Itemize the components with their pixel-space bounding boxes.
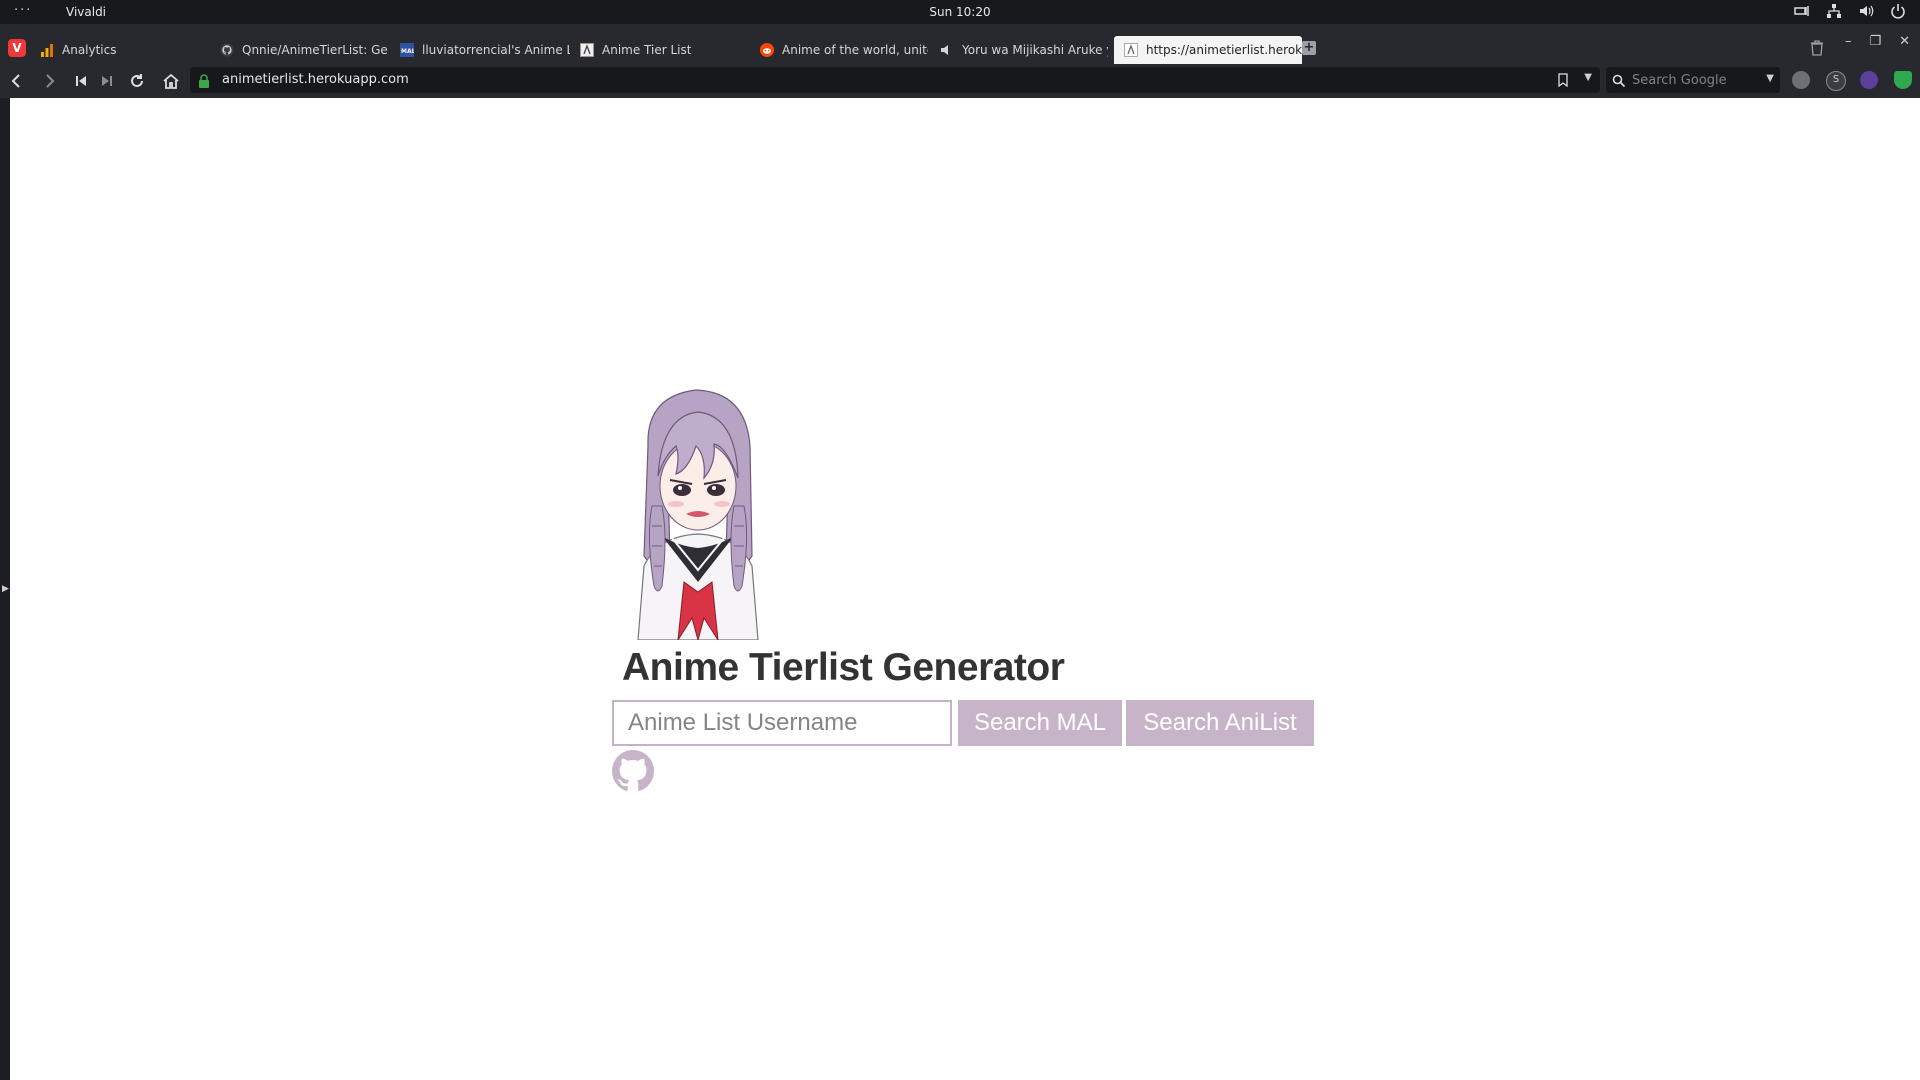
- extension-globe-icon[interactable]: [1860, 71, 1878, 89]
- lock-icon[interactable]: [198, 73, 210, 88]
- back-icon[interactable]: [8, 72, 26, 90]
- tab-reddit-anime[interactable]: Anime of the world, unite!: [760, 36, 928, 64]
- profile-icon[interactable]: [1792, 71, 1810, 89]
- search-mal-button[interactable]: Search MAL: [958, 700, 1122, 746]
- analytics-icon: [40, 43, 54, 57]
- bookmark-icon[interactable]: [1558, 72, 1568, 91]
- tab-label: lluviatorrencial's Anime Lis: [422, 43, 570, 57]
- tab-anime-tier-list[interactable]: Anime Tier List: [580, 36, 750, 64]
- tab-label: https://animetierlist.herok: [1146, 43, 1302, 57]
- forward-icon[interactable]: [40, 72, 58, 90]
- system-top-bar: ··· Vivaldi Sun 10:20: [0, 0, 1920, 24]
- tab-label: Yoru wa Mijikashi Aruke yo: [962, 43, 1108, 57]
- panel-toggle-strip[interactable]: ▶: [0, 98, 10, 1080]
- volume-icon[interactable]: [1858, 3, 1874, 19]
- search-placeholder: Search Google: [1632, 73, 1727, 88]
- chevron-right-icon[interactable]: ▶: [2, 584, 9, 594]
- anime-girl-mascot-image: [637, 389, 759, 640]
- system-clock[interactable]: Sun 10:20: [0, 5, 1920, 19]
- svg-text:MAL: MAL: [401, 48, 414, 55]
- tab-yoru-wa-mijikashi[interactable]: Yoru wa Mijikashi Aruke yo: [940, 36, 1108, 64]
- chevron-down-icon[interactable]: ▼: [1584, 72, 1592, 83]
- search-engine-field[interactable]: Search Google ▼: [1606, 67, 1780, 93]
- system-tray: [1794, 3, 1906, 19]
- github-icon: [220, 43, 234, 57]
- tab-label: Anime Tier List: [602, 43, 692, 57]
- page-title: Anime Tierlist Generator: [622, 646, 1065, 689]
- tab-label: Anime of the world, unite!: [782, 43, 928, 57]
- tab-label: Qnnie/AnimeTierList: Gen: [242, 43, 388, 57]
- chevron-down-icon[interactable]: ▼: [1766, 73, 1774, 84]
- username-input[interactable]: [612, 700, 952, 746]
- extension-s-icon[interactable]: S: [1826, 71, 1846, 91]
- trash-icon[interactable]: [1810, 40, 1824, 60]
- new-tab-button[interactable]: +: [1302, 41, 1316, 55]
- restore-icon[interactable]: ❐: [1869, 34, 1881, 49]
- fast-forward-icon[interactable]: [98, 72, 116, 90]
- rewind-icon[interactable]: [72, 72, 90, 90]
- search-icon: [1612, 73, 1626, 92]
- search-anilist-button[interactable]: Search AniList: [1126, 700, 1314, 746]
- close-icon[interactable]: ✕: [1899, 34, 1910, 49]
- home-icon[interactable]: [162, 72, 180, 90]
- tab-animetierlist-herokuapp[interactable]: https://animetierlist.herok: [1114, 36, 1302, 64]
- window-controls: – ❐ ✕: [1845, 34, 1910, 49]
- tab-github-animetierlist[interactable]: Qnnie/AnimeTierList: Gen: [220, 36, 388, 64]
- page-icon: [580, 43, 594, 57]
- speaker-icon: [940, 43, 954, 57]
- url-text[interactable]: animetierlist.herokuapp.com: [222, 72, 409, 87]
- reddit-icon: [760, 43, 774, 57]
- tab-bar: V Analytics Qnnie/AnimeTierList: Gen MAL…: [0, 24, 1920, 64]
- tab-analytics[interactable]: Analytics: [40, 36, 200, 64]
- navigation-bar: animetierlist.herokuapp.com ▼ Search Goo…: [0, 64, 1920, 98]
- power-icon[interactable]: [1890, 3, 1906, 19]
- page-icon: [1124, 43, 1138, 57]
- address-bar[interactable]: animetierlist.herokuapp.com ▼: [190, 67, 1600, 93]
- mal-icon: MAL: [400, 43, 414, 57]
- shield-icon[interactable]: [1894, 71, 1912, 89]
- vpn-icon[interactable]: [1794, 3, 1810, 19]
- github-icon[interactable]: [612, 750, 654, 792]
- tab-mal-anime-list[interactable]: MAL lluviatorrencial's Anime Lis: [400, 36, 570, 64]
- web-page: Anime Tierlist Generator: [10, 98, 1920, 1080]
- minimize-icon[interactable]: –: [1845, 34, 1852, 49]
- vivaldi-menu-button[interactable]: V: [8, 39, 26, 57]
- network-icon[interactable]: [1826, 3, 1842, 19]
- reload-icon[interactable]: [128, 72, 146, 90]
- tab-label: Analytics: [62, 43, 117, 57]
